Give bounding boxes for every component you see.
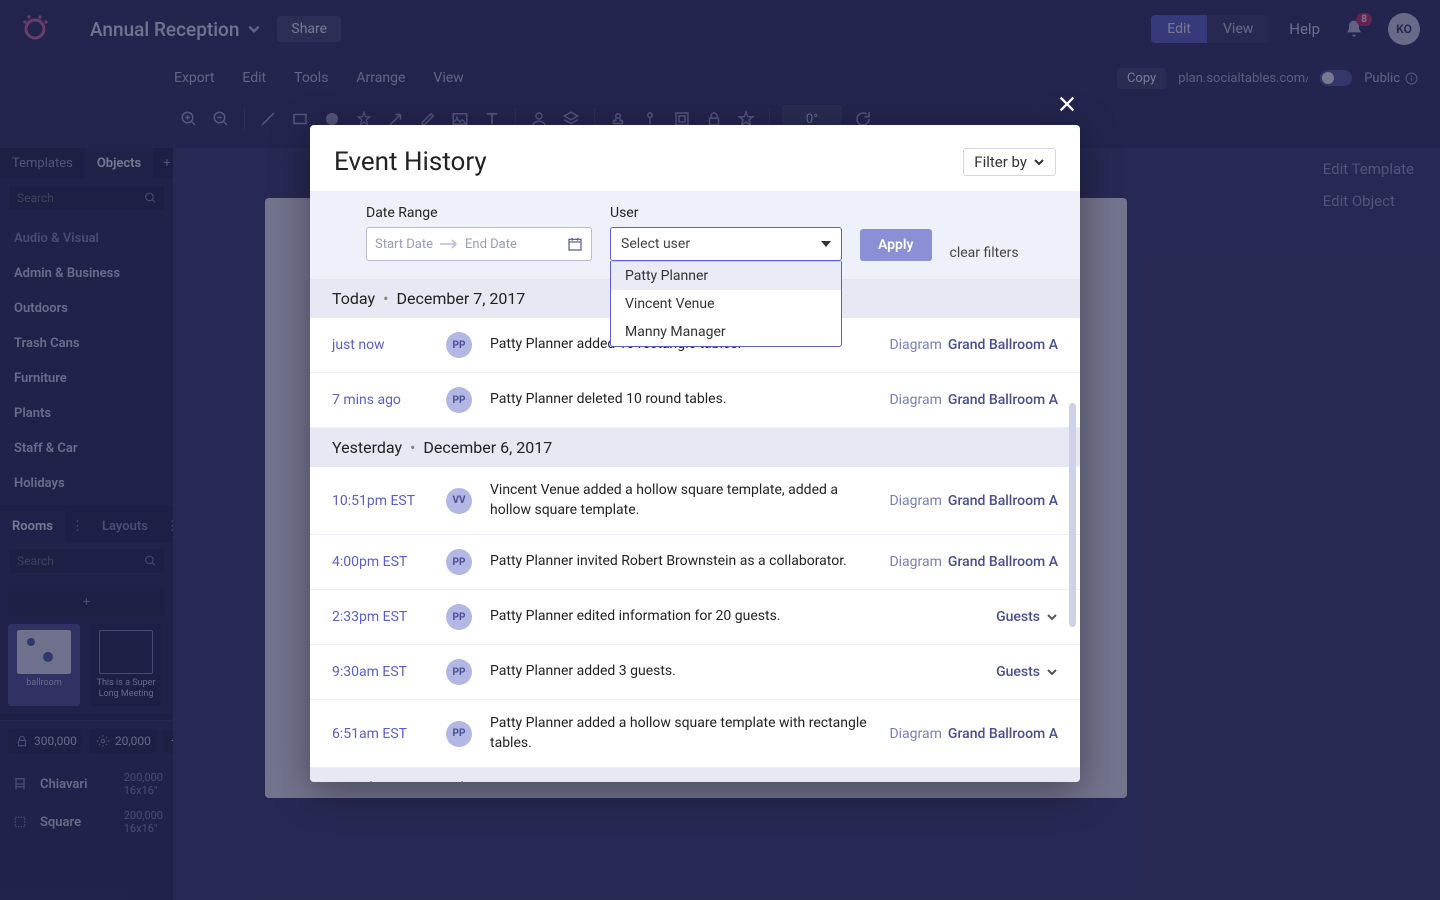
history-time: 9:30am EST	[332, 664, 428, 680]
history-description: Patty Planner deleted 10 round tables.	[490, 390, 871, 410]
chevron-down-icon[interactable]	[1046, 666, 1058, 678]
history-description: Patty Planner invited Robert Brownstein …	[490, 552, 871, 572]
user-label: User	[610, 205, 842, 221]
history-time: just now	[332, 337, 428, 353]
user-option[interactable]: Vincent Venue	[611, 290, 841, 318]
history-time: 2:33pm EST	[332, 609, 428, 625]
filter-by-button[interactable]: Filter by	[963, 148, 1056, 176]
history-avatar: VV	[446, 488, 472, 514]
history-time: 7 mins ago	[332, 392, 428, 408]
target-link[interactable]: Grand Ballroom A	[948, 337, 1058, 353]
history-avatar: PP	[446, 332, 472, 358]
history-description: Patty Planner edited information for 20 …	[490, 607, 978, 627]
calendar-icon	[567, 236, 583, 252]
caret-down-icon	[821, 241, 831, 247]
close-modal-button[interactable]	[1053, 90, 1081, 118]
target-kind: Diagram	[889, 726, 941, 742]
history-avatar: PP	[446, 549, 472, 575]
day-header: Yesterday•December 6, 2017	[310, 428, 1080, 467]
history-list[interactable]: Today•December 7, 2017just nowPPPatty Pl…	[310, 279, 1080, 782]
user-dropdown: Patty Planner Vincent Venue Manny Manage…	[610, 261, 842, 347]
target-kind: Diagram	[889, 493, 941, 509]
user-option[interactable]: Manny Manager	[611, 318, 841, 346]
target-link[interactable]: Grand Ballroom A	[948, 392, 1058, 408]
event-history-modal: Event History Filter by Date Range Start…	[310, 125, 1080, 782]
history-time: 4:00pm EST	[332, 554, 428, 570]
history-row: 6:51am EST PP Patty Planner added a hollow…	[310, 700, 1080, 768]
history-row: 10:51pm EST VV Vincent Venue added a hollo…	[310, 467, 1080, 535]
modal-title: Event History	[334, 147, 487, 177]
target-link[interactable]: Grand Ballroom A	[948, 493, 1058, 509]
history-row: 4:00pm EST PP Patty Planner invited Robert…	[310, 535, 1080, 590]
close-icon	[1056, 93, 1078, 115]
history-row: 2:33pm EST PP Patty Planner edited informa…	[310, 590, 1080, 645]
target-kind: Diagram	[889, 337, 941, 353]
history-time: 10:51pm EST	[332, 493, 428, 509]
target-link[interactable]: Grand Ballroom A	[948, 554, 1058, 570]
user-option[interactable]: Patty Planner	[611, 262, 841, 290]
arrow-right-icon	[439, 239, 459, 249]
start-date-placeholder: Start Date	[375, 237, 433, 252]
history-row: 9:30am EST PP Patty Planner added 3 guests…	[310, 645, 1080, 700]
history-description: Patty Planner added a hollow square temp…	[490, 714, 871, 753]
user-select[interactable]: Select user Patty Planner Vincent Venue …	[610, 227, 842, 261]
history-avatar: PP	[446, 604, 472, 630]
apply-button[interactable]: Apply	[860, 229, 932, 261]
date-range-input[interactable]: Start Date End Date	[366, 227, 592, 261]
history-time: 6:51am EST	[332, 726, 428, 742]
target-kind: Diagram	[889, 392, 941, 408]
history-description: Vincent Venue added a hollow square temp…	[490, 481, 871, 520]
history-avatar: PP	[446, 387, 472, 413]
clear-filters-link[interactable]: clear filters	[950, 245, 1019, 261]
history-row: 7 mins ago PP Patty Planner deleted 10 rou…	[310, 373, 1080, 428]
history-description: Patty Planner added 3 guests.	[490, 662, 978, 682]
day-header: Monday•December 6, 2017	[310, 768, 1080, 782]
target-kind: Diagram	[889, 554, 941, 570]
history-avatar: PP	[446, 659, 472, 685]
end-date-placeholder: End Date	[465, 237, 517, 252]
date-range-label: Date Range	[366, 205, 592, 221]
target-link[interactable]: Grand Ballroom A	[948, 726, 1058, 742]
scrollbar[interactable]	[1069, 403, 1076, 627]
target-link[interactable]: Guests	[996, 609, 1040, 625]
chevron-down-icon[interactable]	[1046, 611, 1058, 623]
target-link[interactable]: Guests	[996, 664, 1040, 680]
chevron-down-icon	[1033, 156, 1045, 168]
history-avatar: PP	[446, 721, 472, 747]
